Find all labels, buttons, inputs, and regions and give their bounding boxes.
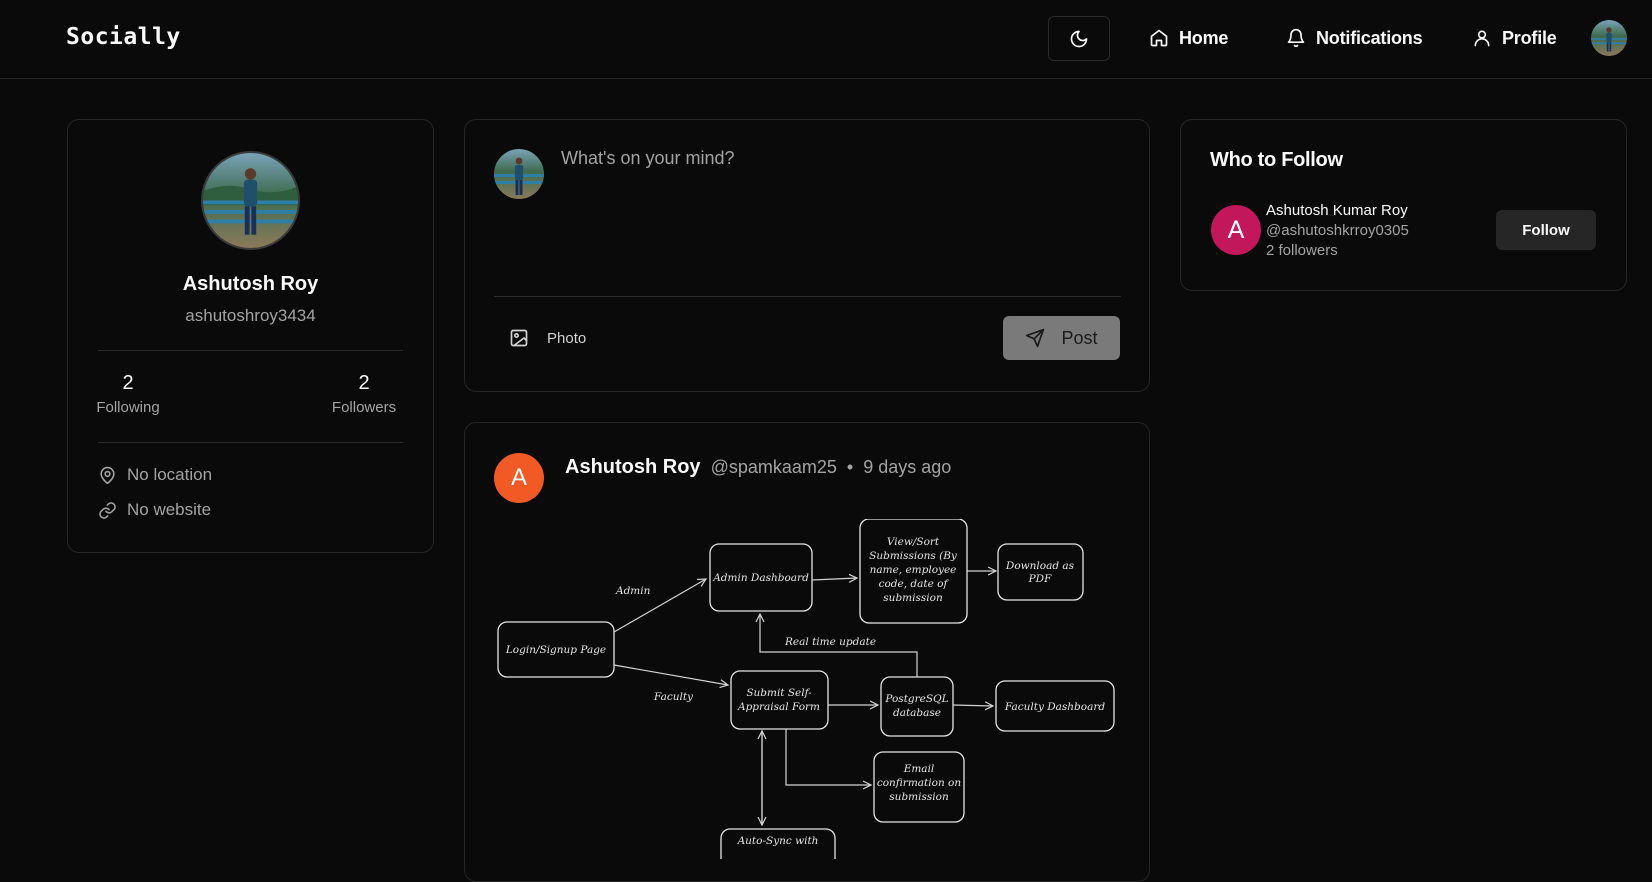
post-content-input[interactable] xyxy=(561,148,1121,268)
top-navbar: Socially Home Notifications Profile xyxy=(0,0,1652,79)
flow-label-view-sort-3: name, employee xyxy=(870,564,957,576)
flow-label-login: Login/Signup Page xyxy=(505,644,606,656)
post-header: Ashutosh Roy @spamkaam25 • 9 days ago xyxy=(565,456,951,479)
profile-divider xyxy=(98,442,403,443)
flow-node-download-pdf xyxy=(997,543,1084,601)
nav-home-label: Home xyxy=(1179,27,1229,48)
user-avatar-button[interactable] xyxy=(1591,20,1627,56)
flow-label-view-sort-4: code, date of xyxy=(879,578,950,590)
location-row: No location xyxy=(98,465,212,485)
post-flowchart-image: Admin Faculty Login/Signup Page Admin Da… xyxy=(497,519,1115,859)
follow-button[interactable]: Follow xyxy=(1496,210,1596,250)
flow-label-submit-1: Submit Self- xyxy=(746,687,812,699)
theme-toggle-button[interactable] xyxy=(1048,16,1110,61)
suggestion-avatar[interactable]: A xyxy=(1211,205,1261,255)
avatar-photo xyxy=(1591,20,1627,56)
profile-divider xyxy=(98,350,403,351)
link-icon xyxy=(99,501,116,519)
compose-divider xyxy=(494,296,1121,297)
website-text: No website xyxy=(127,500,212,519)
flow-label-submit-2: Appraisal Form xyxy=(737,701,820,713)
flow-label-download-2: PDF xyxy=(1028,573,1052,585)
suggestion-handle: @ashutoshkrroy0305 xyxy=(1266,222,1409,239)
location-text: No location xyxy=(127,465,213,484)
flow-edge-postgres-faculty xyxy=(952,705,993,706)
flow-node-submit-form xyxy=(730,670,829,730)
flow-label-faculty-dashboard: Faculty Dashboard xyxy=(1004,701,1105,713)
nav-notifications-label: Notifications xyxy=(1316,27,1423,48)
create-post-card: Photo Post xyxy=(464,119,1150,392)
suggestion-followers: 2 followers xyxy=(1266,242,1338,259)
submit-post-label: Post xyxy=(1061,327,1098,348)
flow-label-view-sort-5: submission xyxy=(883,592,943,604)
followers-count: 2 xyxy=(358,372,370,394)
profile-photo xyxy=(203,153,298,248)
flow-label-email-1: Email xyxy=(903,763,935,775)
nav-home-link[interactable]: Home xyxy=(1149,24,1228,52)
compose-avatar-photo xyxy=(494,149,544,199)
followers-stat[interactable]: 2 Followers xyxy=(324,372,404,416)
profile-username: ashutoshroy3434 xyxy=(185,306,316,325)
post-author-avatar[interactable]: A xyxy=(494,453,544,503)
image-icon xyxy=(510,329,528,347)
send-icon xyxy=(1026,328,1045,348)
add-photo-label: Photo xyxy=(547,329,587,347)
flow-label-faculty-edge: Faculty xyxy=(653,691,694,703)
flow-label-view-sort-2: Submissions (By xyxy=(869,550,958,562)
bell-icon xyxy=(1287,28,1305,48)
flow-label-download-1: Download as xyxy=(1005,560,1075,572)
flow-label-admin-dashboard: Admin Dashboard xyxy=(712,572,809,584)
flow-label-autosync: Auto-Sync with xyxy=(737,835,819,847)
nav-notifications-link[interactable]: Notifications xyxy=(1286,24,1423,52)
submit-post-button[interactable]: Post xyxy=(1003,316,1120,360)
post-meta-separator: • xyxy=(846,457,854,477)
user-icon xyxy=(1474,30,1490,47)
website-row: No website xyxy=(98,500,211,520)
post-card: A Ashutosh Roy @spamkaam25 • 9 days ago xyxy=(464,422,1150,882)
moon-icon xyxy=(1070,30,1088,47)
following-label: Following xyxy=(96,399,160,416)
flow-label-email-2: confirmation on xyxy=(877,777,962,789)
profile-card: Ashutosh Roy ashutoshroy3434 2 Following… xyxy=(67,119,434,553)
map-pin-icon xyxy=(100,466,115,484)
flow-label-email-3: submission xyxy=(889,791,949,803)
flow-label-admin-edge: Admin xyxy=(615,585,651,597)
who-to-follow-card: Who to Follow A Ashutosh Kumar Roy @ashu… xyxy=(1180,119,1627,291)
home-icon xyxy=(1150,29,1168,47)
following-count: 2 xyxy=(122,372,134,394)
flow-edge-form-email xyxy=(785,729,871,785)
flow-edge-dashboard-view xyxy=(811,578,857,580)
followers-label: Followers xyxy=(331,399,397,416)
post-author-name[interactable]: Ashutosh Roy xyxy=(565,456,701,479)
flow-label-postgres-2: database xyxy=(893,707,941,719)
following-stat[interactable]: 2 Following xyxy=(96,372,160,416)
compose-avatar xyxy=(494,149,544,199)
post-timestamp: 9 days ago xyxy=(863,457,952,477)
who-to-follow-title: Who to Follow xyxy=(1210,149,1343,171)
add-photo-button[interactable]: Photo xyxy=(509,328,586,348)
nav-profile-link[interactable]: Profile xyxy=(1472,24,1557,52)
profile-avatar[interactable] xyxy=(201,151,300,250)
nav-profile-label: Profile xyxy=(1502,27,1557,48)
flow-label-postgres-1: PostgreSQL xyxy=(884,693,948,705)
flow-label-view-sort-1: View/Sort xyxy=(887,536,940,548)
post-author-handle: @spamkaam25 xyxy=(710,457,837,477)
brand-logo[interactable]: Socially xyxy=(66,24,181,50)
flow-label-realtime: Real time update xyxy=(784,636,876,648)
flow-edge-faculty xyxy=(613,664,728,685)
profile-name[interactable]: Ashutosh Roy xyxy=(68,273,433,296)
suggestion-name[interactable]: Ashutosh Kumar Roy xyxy=(1266,202,1408,219)
